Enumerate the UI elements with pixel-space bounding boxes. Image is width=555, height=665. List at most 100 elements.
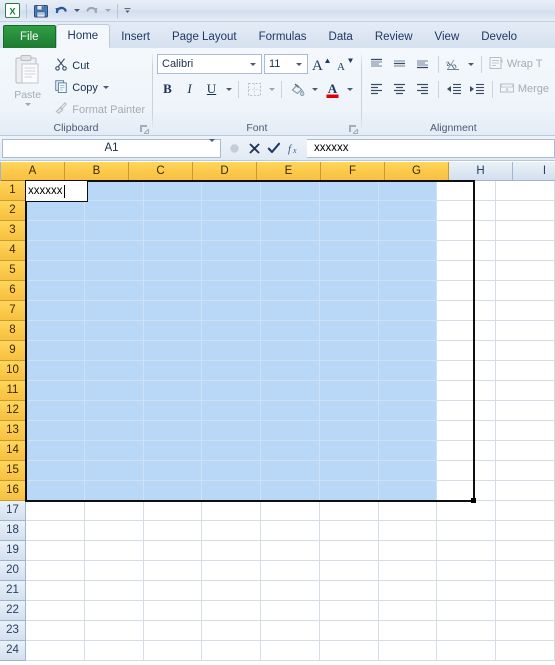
decrease-indent-button[interactable]: [443, 79, 465, 100]
orientation-dropdown-button[interactable]: [466, 54, 477, 75]
row-header-11[interactable]: 11: [0, 381, 26, 401]
cell-D21[interactable]: [202, 581, 262, 601]
cell-A9[interactable]: [26, 341, 85, 361]
align-center-button[interactable]: [389, 79, 411, 100]
font-color-dropdown-button[interactable]: [344, 79, 355, 100]
cell-B1[interactable]: [84, 181, 144, 201]
cell-I15[interactable]: [496, 461, 555, 481]
cell-A18[interactable]: [26, 521, 85, 541]
cell-B17[interactable]: [84, 501, 144, 521]
copy-button[interactable]: Copy: [51, 78, 148, 97]
cell-G18[interactable]: [378, 521, 438, 541]
row-header-6[interactable]: 6: [0, 281, 26, 301]
cell-E9[interactable]: [261, 341, 320, 361]
merge-and-center-button[interactable]: a Merge: [497, 79, 551, 100]
cell-A4[interactable]: [26, 241, 85, 261]
cut-button[interactable]: Cut: [51, 56, 148, 75]
cell-G9[interactable]: [378, 341, 438, 361]
cell-G23[interactable]: [378, 621, 438, 641]
cell-I6[interactable]: [496, 281, 555, 301]
cell-D13[interactable]: [202, 421, 262, 441]
tab-insert[interactable]: Insert: [110, 26, 161, 48]
insert-function-button[interactable]: f x: [284, 139, 304, 158]
cell-C19[interactable]: [143, 541, 203, 561]
cell-E12[interactable]: [261, 401, 320, 421]
tab-view[interactable]: View: [424, 26, 471, 48]
cell-G12[interactable]: [378, 401, 438, 421]
cell-G19[interactable]: [378, 541, 438, 561]
cell-D23[interactable]: [202, 621, 262, 641]
redo-dropdown-button[interactable]: [103, 2, 112, 20]
cell-B9[interactable]: [84, 341, 144, 361]
cell-F16[interactable]: [319, 481, 379, 501]
align-right-button[interactable]: [412, 79, 434, 100]
column-header-i[interactable]: I: [513, 162, 555, 181]
increase-indent-button[interactable]: [466, 79, 488, 100]
cell-H24[interactable]: [437, 641, 497, 661]
cell-B21[interactable]: [84, 581, 144, 601]
cell-F4[interactable]: [319, 241, 379, 261]
cell-H8[interactable]: [437, 321, 497, 341]
row-header-24[interactable]: 24: [0, 641, 26, 661]
cell-C22[interactable]: [143, 601, 203, 621]
cell-H10[interactable]: [437, 361, 497, 381]
cell-G8[interactable]: [378, 321, 438, 341]
cell-D11[interactable]: [202, 381, 262, 401]
name-box-dropdown-icon[interactable]: [209, 139, 215, 154]
cell-H14[interactable]: [437, 441, 497, 461]
row-header-16[interactable]: 16: [0, 481, 26, 501]
cell-D8[interactable]: [202, 321, 262, 341]
underline-dropdown-button[interactable]: [223, 79, 234, 100]
cell-F10[interactable]: [319, 361, 379, 381]
row-header-15[interactable]: 15: [0, 461, 26, 481]
align-top-button[interactable]: [366, 54, 388, 75]
cell-H15[interactable]: [437, 461, 497, 481]
cell-E14[interactable]: [261, 441, 320, 461]
cell-D7[interactable]: [202, 301, 262, 321]
cell-E22[interactable]: [261, 601, 320, 621]
cell-E17[interactable]: [261, 501, 320, 521]
column-header-f[interactable]: F: [321, 162, 385, 181]
cell-H4[interactable]: [437, 241, 497, 261]
cell-G20[interactable]: [378, 561, 438, 581]
cell-A19[interactable]: [26, 541, 85, 561]
cell-I14[interactable]: [496, 441, 555, 461]
cell-A2[interactable]: [26, 201, 85, 221]
align-middle-button[interactable]: [389, 54, 411, 75]
cell-A13[interactable]: [26, 421, 85, 441]
cell-F9[interactable]: [319, 341, 379, 361]
cell-I23[interactable]: [496, 621, 555, 641]
cell-D14[interactable]: [202, 441, 262, 461]
cell-C1[interactable]: [143, 181, 203, 201]
cell-D18[interactable]: [202, 521, 262, 541]
cell-A10[interactable]: [26, 361, 85, 381]
cell-C16[interactable]: [143, 481, 203, 501]
row-header-18[interactable]: 18: [0, 521, 26, 541]
cell-I24[interactable]: [496, 641, 555, 661]
cancel-button[interactable]: [244, 139, 264, 158]
tab-page-layout[interactable]: Page Layout: [161, 26, 248, 48]
align-bottom-button[interactable]: [412, 54, 434, 75]
cell-B7[interactable]: [84, 301, 144, 321]
cell-B5[interactable]: [84, 261, 144, 281]
font-color-button[interactable]: A: [321, 79, 343, 100]
shrink-font-button[interactable]: A: [334, 54, 356, 75]
cell-D5[interactable]: [202, 261, 262, 281]
tab-formulas[interactable]: Formulas: [248, 26, 318, 48]
tab-review[interactable]: Review: [364, 26, 424, 48]
cell-D24[interactable]: [202, 641, 262, 661]
cell-H17[interactable]: [437, 501, 497, 521]
cell-H20[interactable]: [437, 561, 497, 581]
row-header-1[interactable]: 1: [0, 181, 26, 201]
cell-I4[interactable]: [496, 241, 555, 261]
cell-B8[interactable]: [84, 321, 144, 341]
font-name-combo[interactable]: Calibri: [157, 54, 262, 74]
cell-C2[interactable]: [143, 201, 203, 221]
cell-I7[interactable]: [496, 301, 555, 321]
wrap-text-button[interactable]: Wrap T: [486, 54, 545, 75]
cell-I19[interactable]: [496, 541, 555, 561]
cell-B4[interactable]: [84, 241, 144, 261]
cell-C24[interactable]: [143, 641, 203, 661]
cell-C8[interactable]: [143, 321, 203, 341]
cell-D9[interactable]: [202, 341, 262, 361]
